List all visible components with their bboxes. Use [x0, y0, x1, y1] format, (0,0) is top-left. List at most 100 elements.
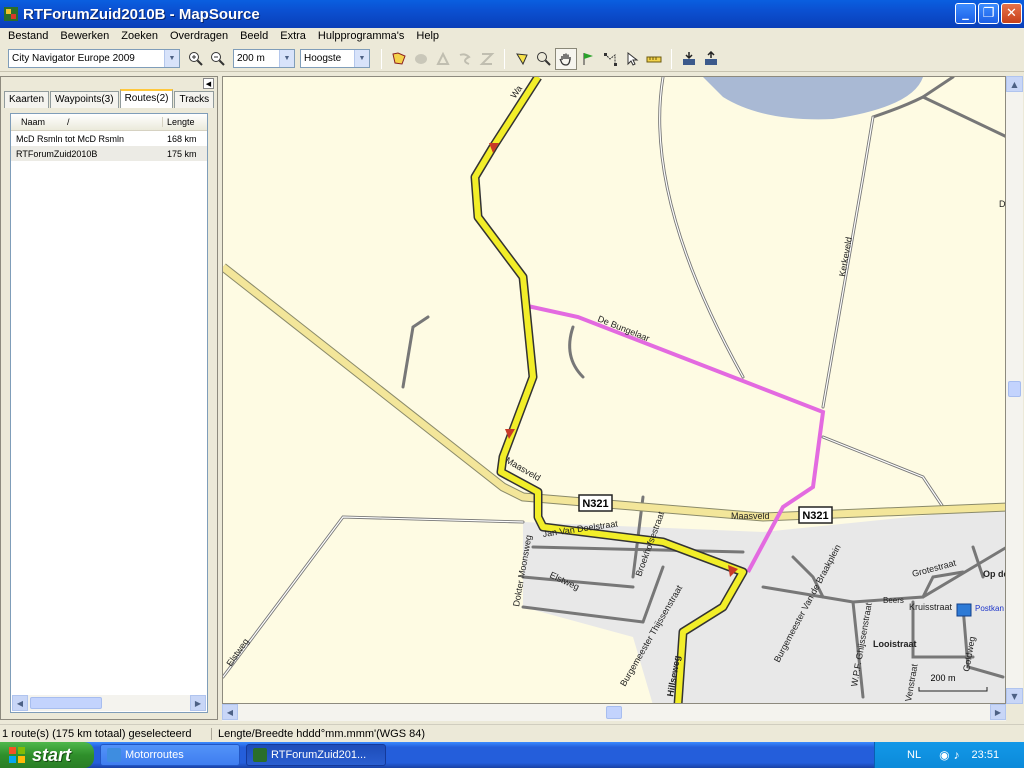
scroll-up-button[interactable]: ▲ — [1006, 76, 1023, 92]
route-nodes-icon — [604, 52, 617, 66]
map-select-icon — [392, 51, 406, 65]
post-office-icon[interactable] — [956, 603, 972, 617]
menu-overdragen[interactable]: Overdragen — [164, 29, 234, 43]
map-tool-2[interactable] — [410, 48, 432, 70]
chevron-down-icon: ▼ — [164, 50, 179, 67]
map-select-tool[interactable] — [388, 48, 410, 70]
language-indicator[interactable]: NL — [907, 749, 921, 761]
chevron-down-icon: ▼ — [279, 50, 294, 67]
tab-tracks[interactable]: Tracks — [174, 91, 215, 108]
scroll-thumb[interactable] — [30, 697, 102, 709]
toolbar-separator — [381, 48, 382, 69]
route-tool[interactable] — [599, 48, 621, 70]
naam-label: Naam — [21, 117, 46, 127]
windows-logo-icon — [9, 747, 25, 763]
map-tool-3[interactable] — [432, 48, 454, 70]
list-header: Naam / Lengte — [11, 114, 207, 131]
zoom-in-icon — [189, 51, 203, 66]
maximize-button[interactable]: ❐ — [978, 3, 999, 24]
selection-status: 1 route(s) (175 km totaal) geselecteerd — [0, 727, 212, 740]
system-tray: NL ◉ ♪ 23:51 — [874, 742, 1024, 768]
zoom-out-icon — [211, 51, 225, 66]
route-row[interactable]: McD Rsmln tot McD Rsmln 168 km — [11, 131, 207, 146]
network-icon[interactable]: ◉ — [939, 748, 949, 762]
taskbar-item-label: RTForumZuid201... — [271, 749, 367, 761]
map-view[interactable]: N321 N321 De Bungelaar Kerkeveld Maasvel… — [222, 76, 1006, 704]
taskbar-item-mapsource[interactable]: RTForumZuid201... — [246, 744, 386, 766]
mapsource-app-icon — [253, 748, 267, 762]
hand-icon — [559, 53, 571, 66]
receive-device-icon — [683, 51, 695, 65]
column-header-lengte[interactable]: Lengte — [163, 117, 207, 127]
map-tool-4[interactable] — [454, 48, 476, 70]
tab-kaarten[interactable]: Kaarten — [4, 91, 50, 108]
scroll-right-button[interactable]: ▶ — [190, 695, 206, 711]
road-badge-n321: N321 — [798, 506, 833, 524]
tab-routes[interactable]: Routes(2) — [119, 89, 174, 108]
scroll-thumb[interactable] — [1008, 381, 1021, 397]
map-vertical-scrollbar[interactable]: ▲ ▼ — [1006, 76, 1023, 704]
send-to-device-button[interactable] — [700, 48, 722, 70]
menu-hulpprogrammas[interactable]: Hulpprogramma's — [312, 29, 410, 43]
menu-bar: Bestand Bewerken Zoeken Overdragen Beeld… — [0, 28, 1024, 44]
scroll-thumb[interactable] — [606, 706, 622, 719]
scroll-left-button[interactable]: ◀ — [12, 695, 28, 711]
lasso-icon — [516, 52, 528, 65]
zoom-level-select[interactable]: 200 m ▼ — [233, 49, 295, 68]
waypoint-tool[interactable] — [577, 48, 599, 70]
magnifier-icon — [537, 51, 551, 66]
route-row-selected[interactable]: RTForumZuid2010B 175 km — [11, 146, 207, 161]
collapse-panel-button[interactable]: ◀ — [203, 78, 214, 89]
taskbar-item-label: Motorroutes — [125, 749, 184, 761]
taskbar-item-motorroutes[interactable]: Motorroutes — [100, 744, 240, 766]
routes-list[interactable]: Naam / Lengte McD Rsmln tot McD Rsmln 168… — [10, 113, 208, 713]
scroll-left-button[interactable]: ◀ — [222, 704, 238, 720]
poi-label: Postkan — [975, 604, 1004, 613]
poi-label: Beers — [883, 596, 904, 605]
route-length: 168 km — [167, 133, 197, 144]
start-button[interactable]: start — [0, 742, 94, 768]
scroll-right-button[interactable]: ▶ — [990, 704, 1006, 720]
zoom-tool[interactable] — [533, 48, 555, 70]
street-label: D — [999, 199, 1006, 209]
scroll-down-button[interactable]: ▼ — [1006, 688, 1023, 704]
menu-extra[interactable]: Extra — [274, 29, 312, 43]
map-product-select[interactable]: City Navigator Europe 2009 ▼ — [8, 49, 180, 68]
map-horizontal-scrollbar[interactable]: ◀ ▶ — [222, 704, 1006, 721]
route-icon — [479, 52, 495, 65]
n321-road-outline — [223, 263, 1005, 522]
send-device-icon — [705, 50, 717, 65]
chevron-down-icon: ▼ — [354, 50, 369, 67]
column-header-naam[interactable]: Naam / — [11, 117, 163, 127]
pointer-tool[interactable] — [621, 48, 643, 70]
selection-tool[interactable] — [511, 48, 533, 70]
route-name: RTForumZuid2010B — [16, 148, 98, 159]
minimize-button[interactable]: _ — [955, 3, 976, 24]
n321-road — [223, 264, 1005, 521]
map-tool-5[interactable] — [476, 48, 498, 70]
route-length: 175 km — [167, 148, 197, 159]
zoom-in-button[interactable] — [185, 48, 207, 70]
browser-icon — [107, 748, 121, 762]
close-button[interactable]: ✕ — [1001, 3, 1022, 24]
coordinate-format-status: Lengte/Breedte hddd°mm.mmm'(WGS 84) — [218, 727, 426, 740]
menu-zoeken[interactable]: Zoeken — [115, 29, 164, 43]
pan-tool[interactable] — [555, 47, 577, 70]
title-bar[interactable]: RTForumZuid2010B - MapSource _ ❐ ✕ — [0, 0, 1024, 28]
menu-beeld[interactable]: Beeld — [234, 29, 274, 43]
menu-bestand[interactable]: Bestand — [2, 29, 54, 43]
receive-from-device-button[interactable] — [678, 48, 700, 70]
clock[interactable]: 23:51 — [972, 749, 1000, 761]
menu-bewerken[interactable]: Bewerken — [54, 29, 115, 43]
tab-waypoints[interactable]: Waypoints(3) — [50, 91, 119, 108]
speaker-icon[interactable]: ♪ — [954, 748, 960, 762]
data-tabs: Kaarten Waypoints(3) Routes(2) Tracks — [4, 89, 215, 108]
map-product-value: City Navigator Europe 2009 — [12, 53, 135, 64]
list-horizontal-scrollbar[interactable]: ◀ ▶ — [12, 695, 206, 711]
toolbar-separator — [504, 48, 505, 69]
detail-level-select[interactable]: Hoogste ▼ — [300, 49, 370, 68]
zoom-out-button[interactable] — [207, 48, 229, 70]
measure-tool[interactable] — [643, 48, 665, 70]
menu-help[interactable]: Help — [410, 29, 445, 43]
svg-text:N321: N321 — [802, 510, 828, 522]
